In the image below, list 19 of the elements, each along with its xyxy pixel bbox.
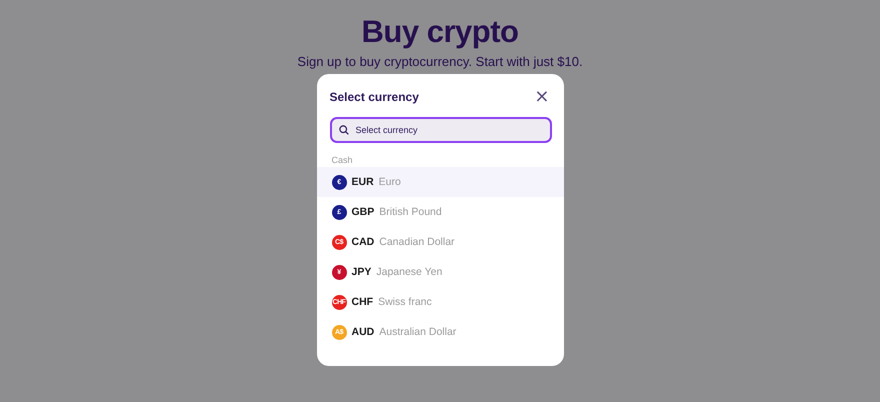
currency-code: AUD <box>352 326 374 338</box>
currency-code: CHF <box>352 296 374 308</box>
currency-code: CAD <box>352 236 374 248</box>
page-title: Buy crypto <box>362 14 518 50</box>
currency-name: Japanese Yen <box>376 266 442 278</box>
dialog-title: Select currency <box>330 90 419 104</box>
currency-code: JPY <box>352 266 372 278</box>
section-label: Cash <box>332 155 354 165</box>
search-field[interactable]: Select currency <box>330 117 552 143</box>
close-button[interactable]: × <box>532 88 552 106</box>
search-icon <box>338 125 348 135</box>
currency-name: Swiss franc <box>378 296 432 308</box>
currency-name: Canadian Dollar <box>379 236 455 248</box>
page-subtitle: Sign up to buy cryptocurrency. Start with just $10. <box>297 54 583 70</box>
currency-name: Australian Dollar <box>379 326 456 338</box>
currency-name: Euro <box>378 176 401 188</box>
currency-name: British Pound <box>379 206 442 218</box>
currency-code: EUR <box>352 176 374 188</box>
currency-code: GBP <box>352 206 374 218</box>
